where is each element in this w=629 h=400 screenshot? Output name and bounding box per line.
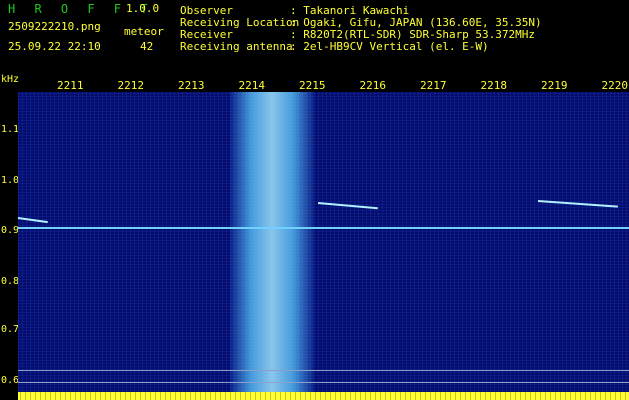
antenna-value: : 2el-HB9CV Vertical (el. E-W) [290,40,489,53]
datetime: 25.09.22 22:10 [8,40,101,53]
y-unit-label: kHz [1,74,20,85]
x-tick-label: 2211 [57,79,84,92]
noise-texture [18,92,629,400]
y-tick-label: 0.8 [1,276,20,287]
y-tick-label: 0.9 [1,225,20,236]
x-tick-label: 2214 [238,79,266,92]
x-tick-label: 2219 [541,79,568,92]
reference-line [18,370,629,371]
x-tick-label: 2217 [420,79,447,92]
x-tick-label: 2218 [480,79,508,92]
meteor-count: 42 [140,40,154,53]
x-tick-label: 2212 [117,79,145,92]
x-tick-label: 2213 [178,79,205,92]
app-version: 1.0.0 [126,2,160,15]
y-tick-label: 1.1 [1,124,20,135]
carrier-line [18,227,629,229]
x-tick-label: 2220 [601,79,629,92]
signal-level-strip [18,392,629,400]
antenna-label: Receiving antenna [180,40,293,53]
meteor-label: meteor [124,25,164,38]
y-tick-label: 0.7 [1,324,20,335]
reference-line [18,382,629,383]
file-name: 2509222210.png [8,20,101,33]
y-tick-label: 0.6 [1,375,20,386]
header-panel: H R O F F T 1.0.0 2509222210.png meteor … [0,0,629,80]
y-tick-label: 1.0 [1,175,20,186]
x-tick-label: 2216 [359,79,387,92]
meteor-burst-band [230,92,314,400]
spectrogram [17,92,629,400]
x-tick-label: 2215 [299,79,326,92]
